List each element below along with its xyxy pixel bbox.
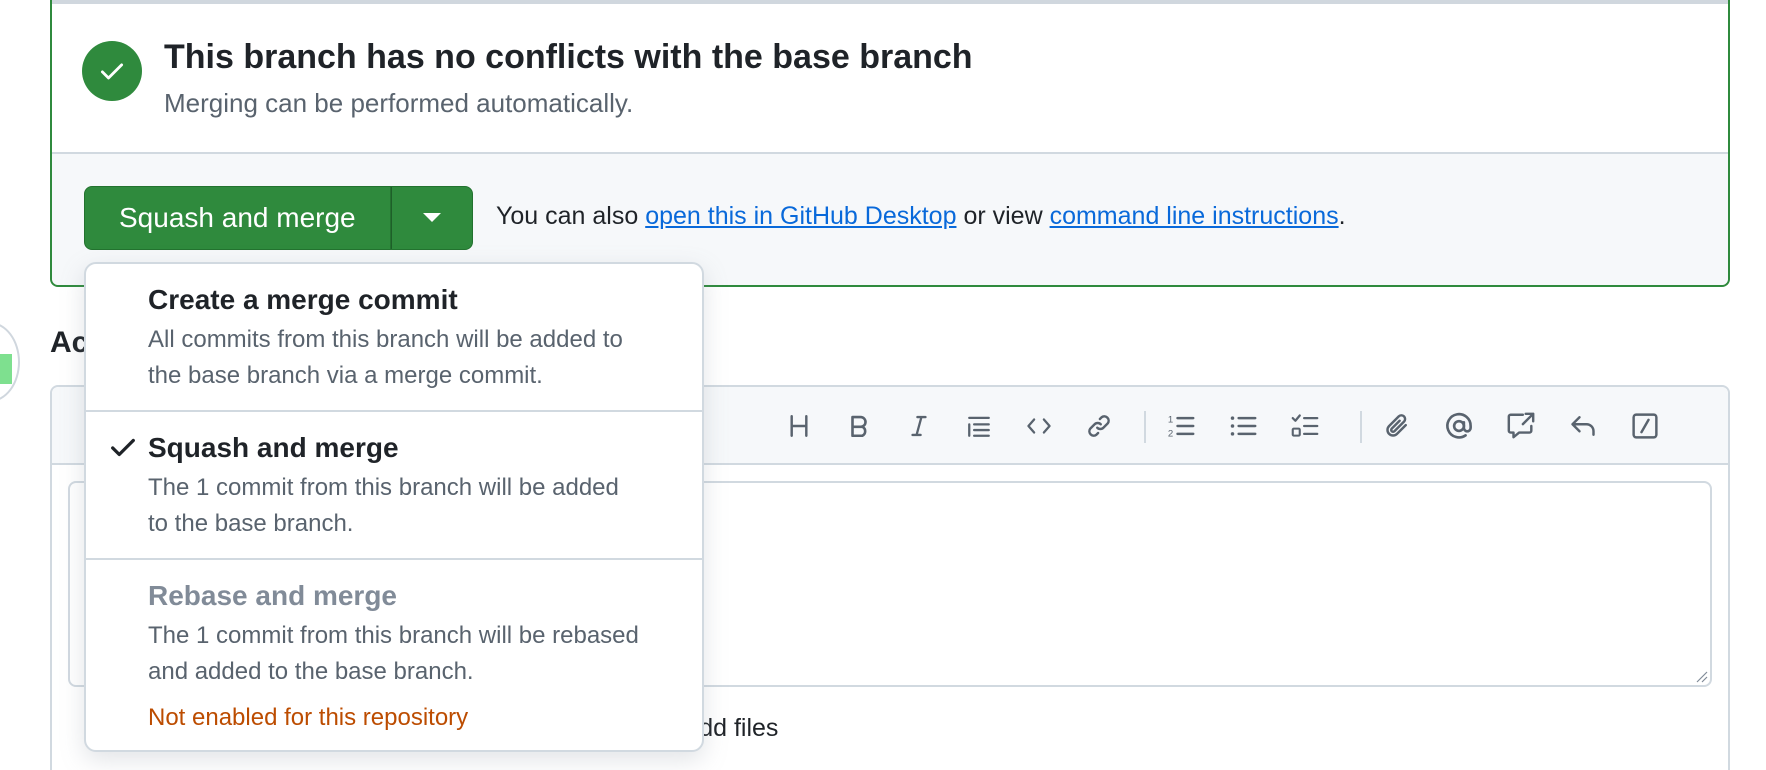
reply-icon[interactable] — [1566, 409, 1600, 443]
unordered-list-icon[interactable] — [1226, 409, 1260, 443]
period-text: . — [1338, 202, 1346, 230]
quote-icon[interactable] — [962, 409, 996, 443]
task-list-icon[interactable] — [1288, 409, 1322, 443]
toolbar-divider — [1360, 411, 1362, 443]
link-icon[interactable] — [1082, 409, 1116, 443]
check-circle-icon — [82, 41, 142, 101]
slash-command-icon[interactable] — [1628, 409, 1662, 443]
merge-status-title: This branch has no conflicts with the ba… — [164, 38, 973, 76]
add-comment-heading: Ac — [50, 326, 89, 359]
menu-item-rebase-and-merge: Rebase and merge The 1 commit from this … — [86, 560, 702, 750]
attach-icon[interactable] — [1380, 409, 1414, 443]
merge-method-dropdown-button[interactable] — [390, 186, 473, 250]
merge-status-row: This branch has no conflicts with the ba… — [52, 4, 1728, 152]
code-icon[interactable] — [1022, 409, 1056, 443]
merge-box: This branch has no conflicts with the ba… — [50, 0, 1730, 287]
or-view-text: or view — [963, 202, 1043, 230]
svg-text:2: 2 — [1168, 429, 1173, 440]
svg-text:1: 1 — [1168, 415, 1173, 426]
menu-item-title: Rebase and merge — [148, 580, 397, 611]
avatar — [0, 322, 20, 402]
menu-item-description: The 1 commit from this branch will be re… — [148, 622, 639, 685]
resize-handle-icon[interactable] — [1692, 667, 1708, 683]
toolbar-divider — [1144, 411, 1146, 443]
also-prefix-text: You can also — [496, 202, 639, 230]
cross-reference-icon[interactable] — [1504, 409, 1538, 443]
merge-status-subtitle: Merging can be performed automatically. — [164, 88, 634, 118]
check-icon — [111, 438, 135, 457]
italic-icon[interactable] — [902, 409, 936, 443]
menu-item-title: Create a merge commit — [148, 284, 458, 315]
open-in-github-desktop-link[interactable]: open this in GitHub Desktop — [645, 202, 956, 230]
mention-icon[interactable] — [1442, 409, 1476, 443]
merge-method-menu: Create a merge commit All commits from t… — [84, 262, 704, 752]
triangle-down-icon — [422, 213, 441, 222]
not-enabled-warning: Not enabled for this repository — [148, 704, 469, 731]
menu-item-squash-and-merge[interactable]: Squash and merge The 1 commit from this … — [86, 412, 702, 560]
menu-item-create-merge-commit[interactable]: Create a merge commit All commits from t… — [86, 264, 702, 412]
menu-item-description: All commits from this branch will be add… — [148, 326, 623, 389]
merge-button-group: Squash and merge — [84, 186, 473, 250]
heading-icon[interactable] — [782, 409, 816, 443]
menu-item-title: Squash and merge — [148, 432, 399, 463]
command-line-instructions-link[interactable]: command line instructions — [1050, 202, 1339, 230]
squash-and-merge-button[interactable]: Squash and merge — [84, 186, 391, 250]
alternate-options-text: You can also open this in GitHub Desktop… — [496, 202, 1346, 231]
bold-icon[interactable] — [842, 409, 876, 443]
ordered-list-icon[interactable]: 12 — [1164, 409, 1198, 443]
menu-item-description: The 1 commit from this branch will be ad… — [148, 474, 619, 537]
